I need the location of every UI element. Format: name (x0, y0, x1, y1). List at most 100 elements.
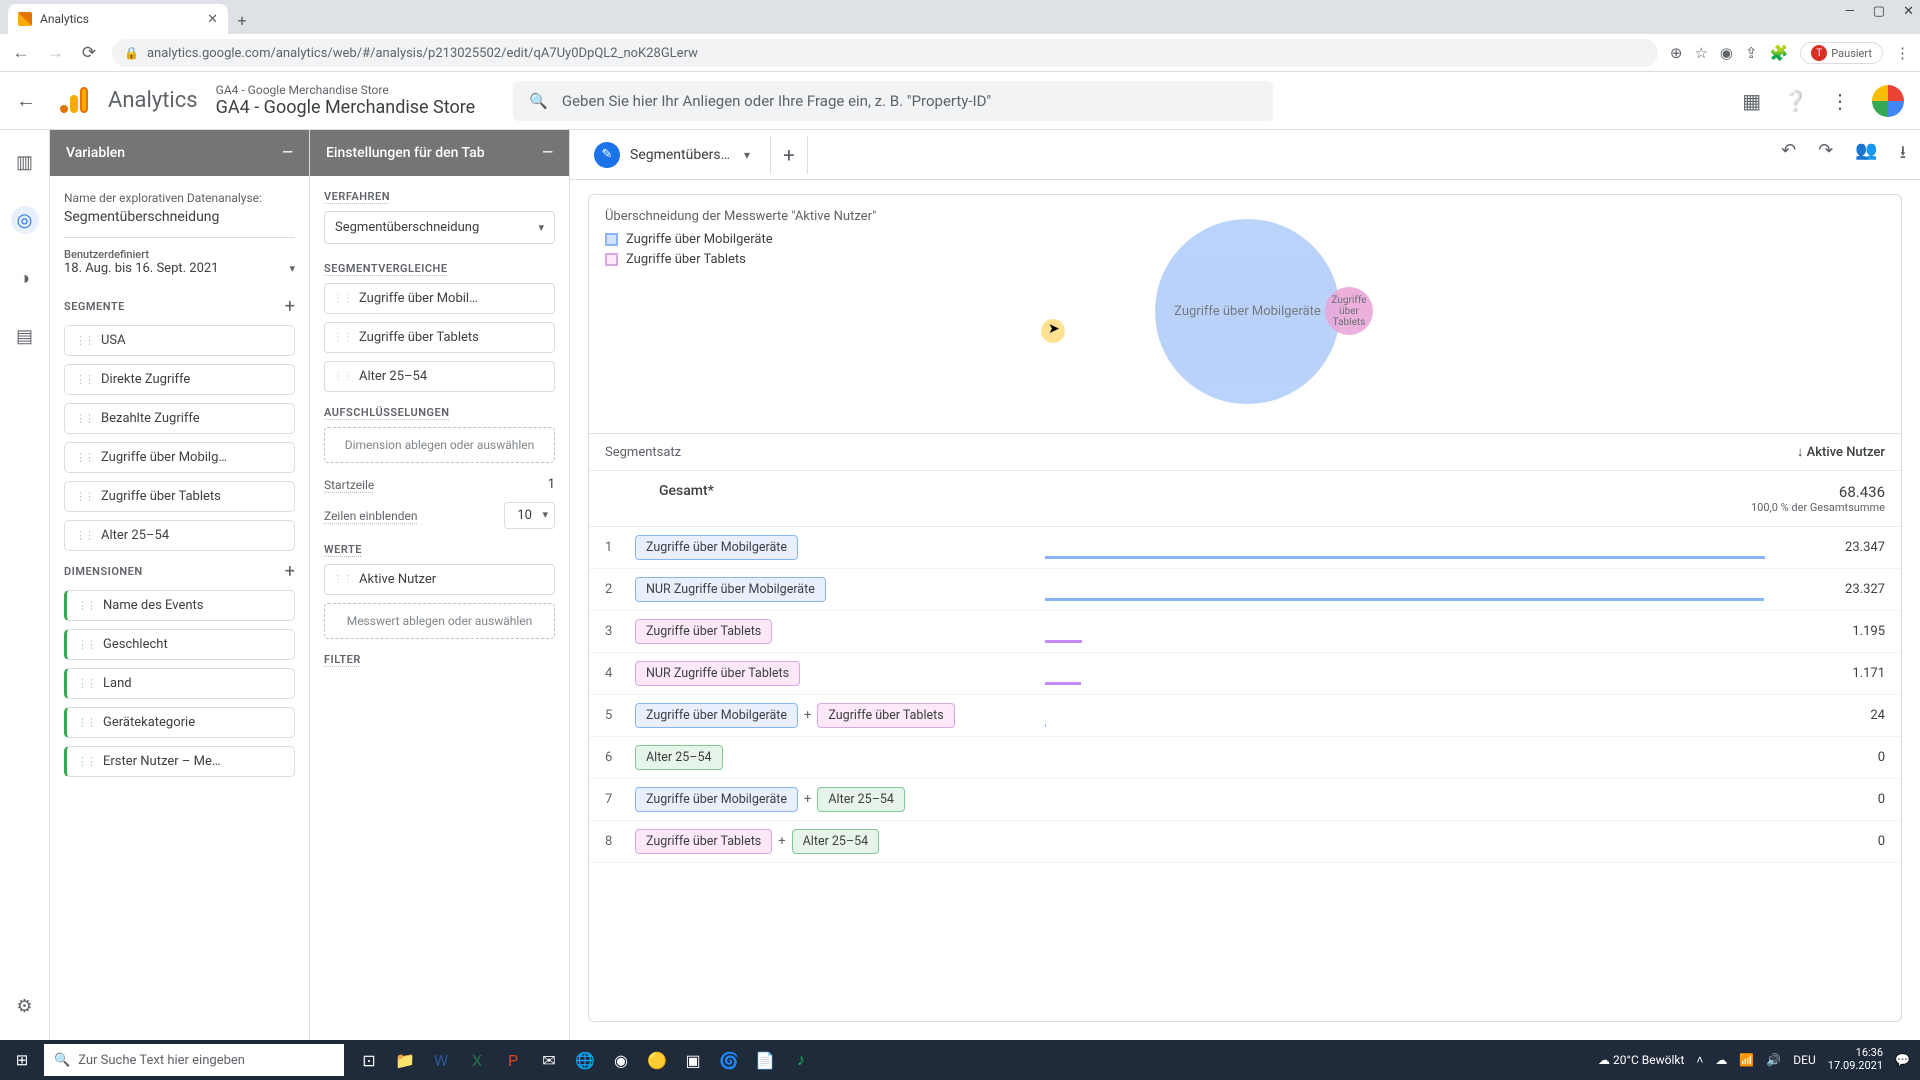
table-row[interactable]: 4NUR Zugriffe über Tablets1.171 (589, 653, 1901, 695)
col-metric[interactable]: ↓ Aktive Nutzer (1797, 444, 1885, 460)
chevron-down-icon: ▾ (289, 262, 295, 275)
wifi-icon[interactable]: 📶 (1739, 1053, 1754, 1067)
exploration-name-value[interactable]: Segmentüberschneidung (64, 209, 295, 225)
user-avatar[interactable] (1872, 85, 1904, 117)
segment-chip[interactable]: ⋮⋮Zugriffe über Mobilg… (64, 442, 295, 473)
table-row[interactable]: 3Zugriffe über Tablets1.195 (589, 611, 1901, 653)
segment-tag: Zugriffe über Tablets (635, 829, 772, 854)
nav-advertising-icon[interactable]: ◑ (11, 264, 39, 292)
close-window-button[interactable]: ✕ (1903, 4, 1914, 19)
dimension-chip[interactable]: ⋮⋮Land (64, 668, 295, 699)
date-picker[interactable]: Benutzerdefiniert 18. Aug. bis 16. Sept.… (64, 237, 295, 286)
url-field[interactable]: 🔒 analytics.google.com/analytics/web/#/a… (112, 39, 1658, 67)
dimension-chip[interactable]: ⋮⋮Geschlecht (64, 629, 295, 660)
powerpoint-icon[interactable]: P (496, 1040, 530, 1080)
app-search[interactable]: 🔍 Geben Sie hier Ihr Anliegen oder Ihre … (513, 81, 1273, 121)
redo-icon[interactable]: ↷ (1818, 140, 1833, 170)
apps-grid-icon[interactable]: ▦ (1742, 89, 1761, 113)
onedrive-icon[interactable]: ☁ (1715, 1053, 1727, 1067)
undo-icon[interactable]: ↶ (1781, 140, 1796, 170)
download-icon[interactable]: ⭳ (1900, 140, 1906, 170)
segment-chip[interactable]: ⋮⋮Direkte Zugriffe (64, 364, 295, 395)
table-row[interactable]: 2NUR Zugriffe über Mobilgeräte23.327 (589, 569, 1901, 611)
segment-tag: Alter 25–54 (792, 829, 880, 854)
add-dimension-button[interactable]: + (285, 561, 295, 582)
bookmark-icon[interactable]: ☆ (1694, 44, 1707, 62)
collapse-icon[interactable]: — (282, 145, 293, 161)
more-menu-icon[interactable]: ⋮ (1830, 89, 1850, 113)
dimension-chip[interactable]: ⋮⋮Gerätekategorie (64, 707, 295, 738)
extensions-puzzle-icon[interactable]: 🧩 (1770, 44, 1789, 62)
profile-paused-button[interactable]: T Pausiert (1800, 42, 1883, 64)
segment-chip[interactable]: ⋮⋮Alter 25–54 (64, 520, 295, 551)
breakdown-dropzone[interactable]: Dimension ablegen oder auswählen (324, 427, 555, 463)
showrows-label: Zeilen einblenden (324, 509, 418, 523)
col-segmentset[interactable]: Segmentsatz (605, 445, 1045, 460)
app-icon[interactable]: 🟡 (640, 1040, 674, 1080)
extension-icon[interactable]: ◉ (1720, 44, 1733, 62)
nav-configure-icon[interactable]: ▤ (11, 322, 39, 350)
back-button[interactable]: ← (10, 42, 32, 64)
task-view-icon[interactable]: ⊡ (352, 1040, 386, 1080)
segment-chip[interactable]: ⋮⋮Bezahlte Zugriffe (64, 403, 295, 434)
nav-admin-gear-icon[interactable]: ⚙ (11, 992, 39, 1020)
word-icon[interactable]: W (424, 1040, 458, 1080)
minimize-button[interactable]: — (1845, 4, 1855, 19)
start-button[interactable]: ⊞ (0, 1040, 44, 1080)
explorer-icon[interactable]: 📁 (388, 1040, 422, 1080)
share-icon[interactable]: 👥 (1855, 140, 1877, 170)
tab-close-icon[interactable]: ✕ (207, 12, 218, 27)
excel-icon[interactable]: X (460, 1040, 494, 1080)
browser-tab[interactable]: Analytics ✕ (8, 4, 228, 34)
zoom-icon[interactable]: ⊕ (1670, 44, 1683, 62)
segment-tag: Zugriffe über Tablets (635, 619, 772, 644)
dimension-chip[interactable]: ⋮⋮Erster Nutzer – Me… (64, 746, 295, 777)
weather-widget[interactable]: ☁ 20°C Bewölkt (1598, 1053, 1684, 1067)
table-row[interactable]: 6Alter 25–540 (589, 737, 1901, 779)
venn-diagram[interactable]: Zugriffe über Mobilgeräte Zugriffe über … (1125, 209, 1525, 399)
technique-select[interactable]: Segmentüberschneidung▾ (324, 211, 555, 244)
collapse-icon[interactable]: — (542, 145, 553, 161)
dimension-chip[interactable]: ⋮⋮Name des Events (64, 590, 295, 621)
showrows-select[interactable]: 10 (504, 502, 555, 529)
nav-reports-icon[interactable]: ▥ (11, 148, 39, 176)
values-dropzone[interactable]: Messwert ablegen oder auswählen (324, 603, 555, 639)
notepad-icon[interactable]: 📄 (748, 1040, 782, 1080)
table-row[interactable]: 1Zugriffe über Mobilgeräte23.347 (589, 527, 1901, 569)
language-indicator[interactable]: DEU (1793, 1053, 1815, 1067)
value-chip[interactable]: ⋮⋮ Aktive Nutzer (324, 564, 555, 595)
taskbar-search[interactable]: 🔍 Zur Suche Text hier eingeben (44, 1044, 344, 1076)
edge-icon[interactable]: 🌀 (712, 1040, 746, 1080)
maximize-button[interactable]: ▢ (1873, 4, 1885, 19)
volume-icon[interactable]: 🔊 (1766, 1053, 1781, 1067)
ga-back-button[interactable]: ← (16, 88, 40, 113)
new-tab-button[interactable]: + (228, 6, 256, 34)
app2-icon[interactable]: ▣ (676, 1040, 710, 1080)
table-row[interactable]: 5Zugriffe über Mobilgeräte+Zugriffe über… (589, 695, 1901, 737)
add-segment-button[interactable]: + (285, 296, 295, 317)
property-selector[interactable]: GA4 - Google Merchandise Store GA4 - Goo… (216, 83, 476, 118)
obs-icon[interactable]: ◉ (604, 1040, 638, 1080)
tray-chevron-icon[interactable]: ˄ (1696, 1053, 1703, 1067)
startrow-value[interactable]: 1 (548, 477, 555, 492)
segment-compare-chip[interactable]: ⋮⋮Zugriffe über Tablets (324, 322, 555, 353)
nav-explore-icon[interactable]: ◎ (11, 206, 39, 234)
table-row[interactable]: 7Zugriffe über Mobilgeräte+Alter 25–540 (589, 779, 1901, 821)
chrome-menu-icon[interactable]: ⋮ (1895, 44, 1910, 62)
clock[interactable]: 16:36 17.09.2021 (1828, 1047, 1883, 1072)
spotify-icon[interactable]: ♪ (784, 1040, 818, 1080)
notifications-icon[interactable]: 💬 (1895, 1053, 1910, 1067)
reload-button[interactable]: ⟳ (78, 42, 100, 64)
segment-compare-chip[interactable]: ⋮⋮Zugriffe über Mobil… (324, 283, 555, 314)
canvas-tab[interactable]: ✎ Segmentübers… ▾ (584, 136, 760, 174)
segment-compare-chip[interactable]: ⋮⋮Alter 25–54 (324, 361, 555, 392)
segment-chip[interactable]: ⋮⋮Zugriffe über Tablets (64, 481, 295, 512)
segment-chip[interactable]: ⋮⋮USA (64, 325, 295, 356)
canvas-add-tab-button[interactable]: + (770, 136, 808, 174)
help-icon[interactable]: ❔ (1783, 89, 1808, 113)
forward-button[interactable]: → (44, 42, 66, 64)
chrome-icon[interactable]: 🌐 (568, 1040, 602, 1080)
table-row[interactable]: 8Zugriffe über Tablets+Alter 25–540 (589, 821, 1901, 863)
mail-icon[interactable]: ✉ (532, 1040, 566, 1080)
share-icon[interactable]: ⇪ (1745, 44, 1758, 62)
